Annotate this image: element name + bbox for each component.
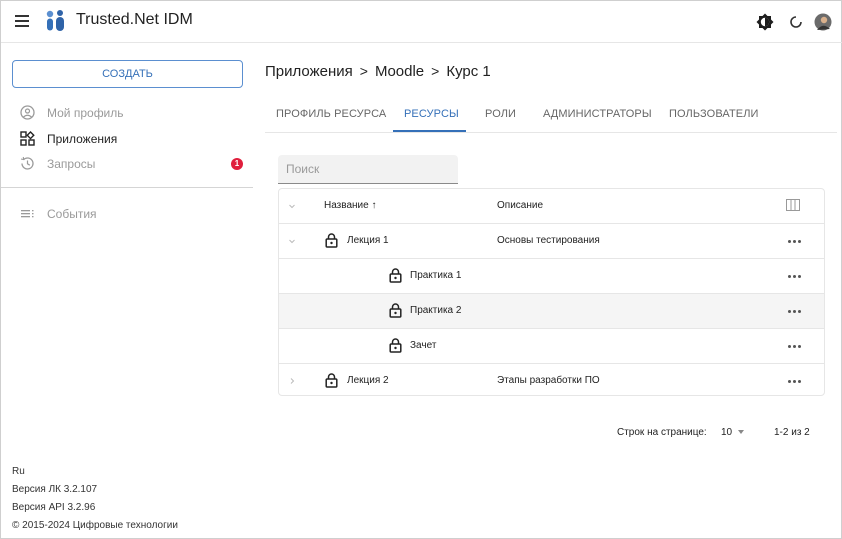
app-title: Trusted.Net IDM xyxy=(76,11,193,28)
brightness-icon[interactable] xyxy=(756,13,774,31)
tab-roles[interactable]: РОЛИ xyxy=(485,108,516,120)
resource-name[interactable]: Практика 2 xyxy=(410,305,461,316)
column-header-name[interactable]: Название ↑ xyxy=(324,200,376,211)
top-app-bar: Trusted.Net IDM xyxy=(1,1,842,43)
notification-badge: 1 xyxy=(231,158,243,170)
create-button[interactable]: СОЗДАТЬ xyxy=(12,60,243,88)
active-tab-indicator xyxy=(393,130,466,132)
chevron-right-icon[interactable] xyxy=(287,376,297,386)
sidebar-divider xyxy=(1,187,253,188)
column-header-description[interactable]: Описание xyxy=(497,200,543,211)
tab-resources[interactable]: РЕСУРСЫ xyxy=(404,108,459,120)
account-circle-icon xyxy=(20,105,35,120)
breadcrumb-item[interactable]: Приложения xyxy=(265,63,353,80)
dropdown-caret-icon xyxy=(738,430,745,435)
lock-icon xyxy=(389,268,402,283)
tab-administrators[interactable]: АДМИНИСТРАТОРЫ xyxy=(543,108,652,120)
breadcrumb-separator: > xyxy=(359,63,368,79)
history-icon xyxy=(20,156,34,170)
app-window: Trusted.Net IDM СОЗДАТЬ Мой профиль Прил… xyxy=(0,0,842,539)
table-row[interactable]: Лекция 2 Этапы разработки ПО xyxy=(279,364,824,399)
events-list-icon xyxy=(21,210,34,218)
table-row[interactable]: Практика 1 xyxy=(279,259,824,294)
chevron-down-icon[interactable] xyxy=(287,201,297,211)
sidebar: СОЗДАТЬ Мой профиль Приложения Запросы 1… xyxy=(1,44,253,539)
sidebar-item-label: События xyxy=(47,207,97,221)
resources-table: Название ↑ Описание Лекция 1 Основы тест… xyxy=(278,188,825,396)
language-selector[interactable]: Ru xyxy=(12,466,25,477)
table-row[interactable]: Практика 2 xyxy=(279,294,824,329)
table-row[interactable]: Зачет xyxy=(279,329,824,364)
resource-name[interactable]: Практика 1 xyxy=(410,270,461,281)
sort-arrow-icon[interactable]: ↑ xyxy=(371,200,376,211)
lock-icon xyxy=(389,338,402,353)
lock-icon xyxy=(325,233,338,248)
lk-version: Версия ЛК 3.2.107 xyxy=(12,484,98,495)
tab-users[interactable]: ПОЛЬЗОВАТЕЛИ xyxy=(669,108,759,120)
app-logo-icon xyxy=(46,10,64,31)
copyright: © 2015-2024 Цифровые технологии xyxy=(12,520,178,531)
pagination-range: 1-2 из 2 xyxy=(774,427,810,438)
sidebar-item-requests[interactable]: Запросы 1 xyxy=(1,153,253,175)
tab-resource-profile[interactable]: ПРОФИЛЬ РЕСУРСА xyxy=(276,108,386,120)
columns-icon[interactable] xyxy=(786,199,800,211)
resource-description: Основы тестирования xyxy=(497,235,600,246)
resource-name[interactable]: Зачет xyxy=(410,340,436,351)
sidebar-item-label: Мой профиль xyxy=(47,106,124,120)
sidebar-item-events[interactable]: События xyxy=(1,203,253,225)
rows-per-page-select[interactable]: 10 xyxy=(721,427,745,438)
refresh-icon[interactable] xyxy=(787,13,805,31)
chevron-down-icon[interactable] xyxy=(287,236,297,246)
apps-icon xyxy=(20,131,35,146)
breadcrumb: Приложения > Moodle > Курс 1 xyxy=(265,63,491,80)
tab-bar: ПРОФИЛЬ РЕСУРСА РЕСУРСЫ РОЛИ АДМИНИСТРАТ… xyxy=(265,99,837,133)
resource-description: Этапы разработки ПО xyxy=(497,375,600,386)
resource-name[interactable]: Лекция 2 xyxy=(347,375,389,386)
search-input[interactable] xyxy=(278,155,458,184)
sidebar-item-applications[interactable]: Приложения xyxy=(1,128,253,150)
more-actions-icon[interactable] xyxy=(787,235,803,247)
more-actions-icon[interactable] xyxy=(787,270,803,282)
table-header-row: Название ↑ Описание xyxy=(279,189,824,224)
api-version: Версия API 3.2.96 xyxy=(12,502,96,513)
rows-per-page-label: Строк на странице: xyxy=(617,427,707,438)
menu-icon[interactable] xyxy=(15,15,29,27)
sidebar-item-label: Приложения xyxy=(47,132,118,146)
breadcrumb-current: Курс 1 xyxy=(446,63,491,80)
sidebar-item-my-profile[interactable]: Мой профиль xyxy=(1,102,253,124)
lock-icon xyxy=(325,373,338,388)
more-actions-icon[interactable] xyxy=(787,305,803,317)
breadcrumb-item[interactable]: Moodle xyxy=(375,63,424,80)
resource-name[interactable]: Лекция 1 xyxy=(347,235,389,246)
more-actions-icon[interactable] xyxy=(787,375,803,387)
lock-icon xyxy=(389,303,402,318)
breadcrumb-separator: > xyxy=(431,63,440,79)
user-avatar[interactable] xyxy=(814,13,832,31)
more-actions-icon[interactable] xyxy=(787,340,803,352)
table-row[interactable]: Лекция 1 Основы тестирования xyxy=(279,224,824,259)
sidebar-item-label: Запросы xyxy=(47,157,96,171)
